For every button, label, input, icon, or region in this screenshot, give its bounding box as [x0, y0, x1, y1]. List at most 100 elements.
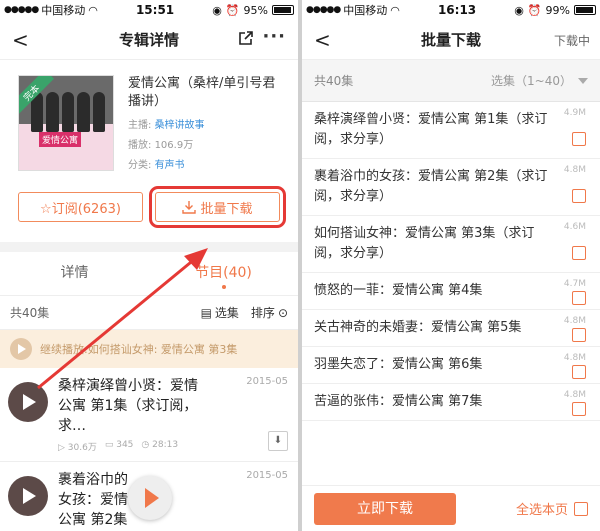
batch-download-button[interactable]: 批量下载	[149, 186, 286, 228]
download-item[interactable]: 如何搭讪女神：爱情公寓 第3集（求订阅，求分享） 4.6M	[302, 216, 600, 273]
page-title: 专辑详情	[118, 31, 179, 49]
download-footer: 立即下载 全选本页	[302, 485, 600, 531]
floating-play-button[interactable]	[128, 476, 172, 520]
batch-download-screen: ●●●●● 中国移动 ◠ 16:13 ◉ ⏰ 99% < 批量下载 下载中 共40集 选…	[302, 0, 600, 531]
more-button[interactable]: ···	[262, 26, 286, 47]
signal-icon: ●●●●●	[306, 5, 341, 15]
album-info: 完本 爱情公寓 爱情公寓（桑梓/单引号君播讲） 主播: 桑梓讲故事 播放: 10…	[0, 60, 298, 188]
nav-bar: < 专辑详情 ···	[0, 20, 298, 60]
lock-icon: ◉	[212, 3, 222, 17]
tab-programs[interactable]: 节目(40)	[149, 252, 298, 295]
active-dot	[221, 285, 226, 289]
item-title: 裹着浴巾的女孩：爱情公寓 第2集（求订阅，求分享）	[314, 169, 548, 204]
download-list: 桑梓演绎曾小贤：爱情公寓 第1集（求订阅，求分享） 4.9M 裹着浴巾的女孩：爱情…	[302, 102, 600, 421]
carrier-label: 中国移动	[41, 4, 86, 17]
episode-title: 裹着浴巾的女孩：爱情公寓 第2集	[58, 472, 128, 528]
clock: 15:51	[135, 3, 175, 17]
page-title: 批量下载	[420, 31, 481, 49]
sort-button[interactable]: 排序 ⊙	[251, 304, 288, 321]
item-size: 4.6M	[563, 222, 586, 232]
battery-icon	[574, 5, 596, 15]
item-checkbox[interactable]	[572, 189, 586, 203]
item-size: 4.9M	[563, 108, 586, 118]
episode-date: 2015-05	[246, 376, 288, 387]
item-checkbox[interactable]	[572, 402, 586, 416]
comment-icon: ▭ 345	[104, 440, 134, 450]
continue-play-bar[interactable]: 继续播放:如何搭讪女神: 爱情公寓 第3集	[0, 330, 298, 368]
item-size: 4.8M	[563, 390, 586, 400]
signal-icon: ●●●●●	[4, 5, 39, 15]
alarm-icon: ⏰	[225, 3, 240, 17]
subscribe-button[interactable]: ☆订阅(6263)	[18, 192, 143, 222]
album-cover[interactable]: 完本 爱情公寓	[18, 75, 114, 171]
download-item[interactable]: 关古神奇的未婚妻：爱情公寓 第5集 4.8M	[302, 310, 600, 347]
chevron-down-icon[interactable]	[578, 77, 588, 84]
album-meta: 爱情公寓（桑梓/单引号君播讲） 主播: 桑梓讲故事 播放: 106.9万 分类:…	[128, 75, 286, 188]
item-title: 愤怒的一菲：爱情公寓 第4集	[314, 283, 483, 298]
play-icon	[10, 338, 32, 360]
episode-row[interactable]: 桑梓演绎曾小贤：爱情公寓 第1集（求订阅，求… ▷ 30.6万 ▭ 345 ◷ …	[0, 368, 298, 462]
download-item[interactable]: 羽墨失恋了：爱情公寓 第6集 4.8M	[302, 347, 600, 384]
sort-icon: ⊙	[277, 305, 288, 320]
episode-play-icon[interactable]	[8, 476, 48, 516]
lock-icon: ◉	[514, 3, 524, 17]
status-bar: ●●●●● 中国移动 ◠ 16:13 ◉ ⏰ 99%	[302, 0, 600, 20]
nav-bar: < 批量下载 下载中	[302, 20, 600, 60]
item-checkbox[interactable]	[572, 291, 586, 305]
plays-count: 106.9万	[154, 140, 194, 151]
downloading-link[interactable]: 下载中	[554, 32, 590, 49]
item-checkbox[interactable]	[572, 132, 586, 146]
category-row: 分类: 有声书	[128, 160, 185, 171]
item-checkbox[interactable]	[572, 246, 586, 260]
episode-range-select[interactable]: 选集（1~40）	[491, 72, 572, 89]
download-item[interactable]: 愤怒的一菲：爱情公寓 第4集 4.7M	[302, 273, 600, 310]
category-link[interactable]: 有声书	[155, 160, 185, 171]
download-icon	[182, 201, 197, 214]
episode-title: 桑梓演绎曾小贤：爱情公寓 第1集（求订阅，求…	[58, 378, 198, 434]
episode-count: 共40集	[314, 74, 354, 88]
host-row: 主播: 桑梓讲故事	[128, 120, 205, 131]
item-title: 如何搭讪女神：爱情公寓 第3集（求订阅，求分享）	[314, 226, 535, 261]
item-size: 4.8M	[563, 316, 586, 326]
wifi-icon: ◠	[390, 3, 400, 17]
item-title: 羽墨失恋了：爱情公寓 第6集	[314, 357, 483, 372]
item-title: 桑梓演绎曾小贤：爱情公寓 第1集（求订阅，求分享）	[314, 112, 548, 147]
select-page-toggle[interactable]: 全选本页	[516, 499, 588, 518]
select-all-checkbox[interactable]	[574, 501, 588, 516]
item-size: 4.7M	[563, 279, 586, 289]
clock: 16:13	[437, 3, 477, 17]
download-item[interactable]: 苦逼的张伟：爱情公寓 第7集 4.8M	[302, 384, 600, 421]
episode-date: 2015-05	[246, 470, 288, 481]
tab-detail[interactable]: 详情	[0, 252, 149, 295]
item-checkbox[interactable]	[572, 328, 586, 342]
item-title: 苦逼的张伟：爱情公寓 第7集	[314, 394, 483, 409]
plays-icon: ▷ 30.6万	[58, 443, 97, 453]
album-name: 爱情公寓（桑梓/单引号君播讲）	[128, 76, 276, 109]
host-link[interactable]: 桑梓讲故事	[155, 120, 205, 131]
battery-percent: 95%	[243, 3, 268, 17]
download-now-button[interactable]: 立即下载	[314, 492, 456, 525]
list-header: 共40集 ▤ 选集 排序 ⊙	[0, 296, 298, 330]
episode-count: 共40集	[10, 306, 50, 320]
batch-download-label: 批量下载	[200, 201, 253, 217]
download-item[interactable]: 裹着浴巾的女孩：爱情公寓 第2集（求订阅，求分享） 4.8M	[302, 159, 600, 216]
download-item[interactable]: 桑梓演绎曾小贤：爱情公寓 第1集（求订阅，求分享） 4.9M	[302, 102, 600, 159]
back-button[interactable]: <	[12, 28, 29, 52]
episode-stats: ▷ 30.6万 ▭ 345 ◷ 28:13	[58, 440, 290, 453]
episode-download-icon[interactable]: ⬇	[268, 431, 288, 451]
select-episodes-button[interactable]: ▤ 选集	[201, 304, 239, 321]
item-checkbox[interactable]	[572, 365, 586, 379]
share-icon[interactable]	[238, 30, 254, 50]
battery-icon	[272, 5, 294, 15]
alarm-icon: ⏰	[527, 3, 542, 17]
album-detail-screen: ●●●●● 中国移动 ◠ 15:51 ◉ ⏰ 95% < 专辑详情 ··· 完本 爱情公…	[0, 0, 298, 531]
wifi-icon: ◠	[88, 3, 98, 17]
back-button[interactable]: <	[314, 28, 331, 52]
select-icon: ▤	[200, 305, 212, 320]
action-buttons: ☆订阅(6263) 批量下载	[0, 186, 298, 230]
item-title: 关古神奇的未婚妻：爱情公寓 第5集	[314, 320, 522, 335]
item-size: 4.8M	[563, 165, 586, 175]
list-header: 共40集 选集（1~40）	[302, 60, 600, 102]
episode-play-icon[interactable]	[8, 382, 48, 422]
duration-icon: ◷ 28:13	[141, 440, 179, 450]
